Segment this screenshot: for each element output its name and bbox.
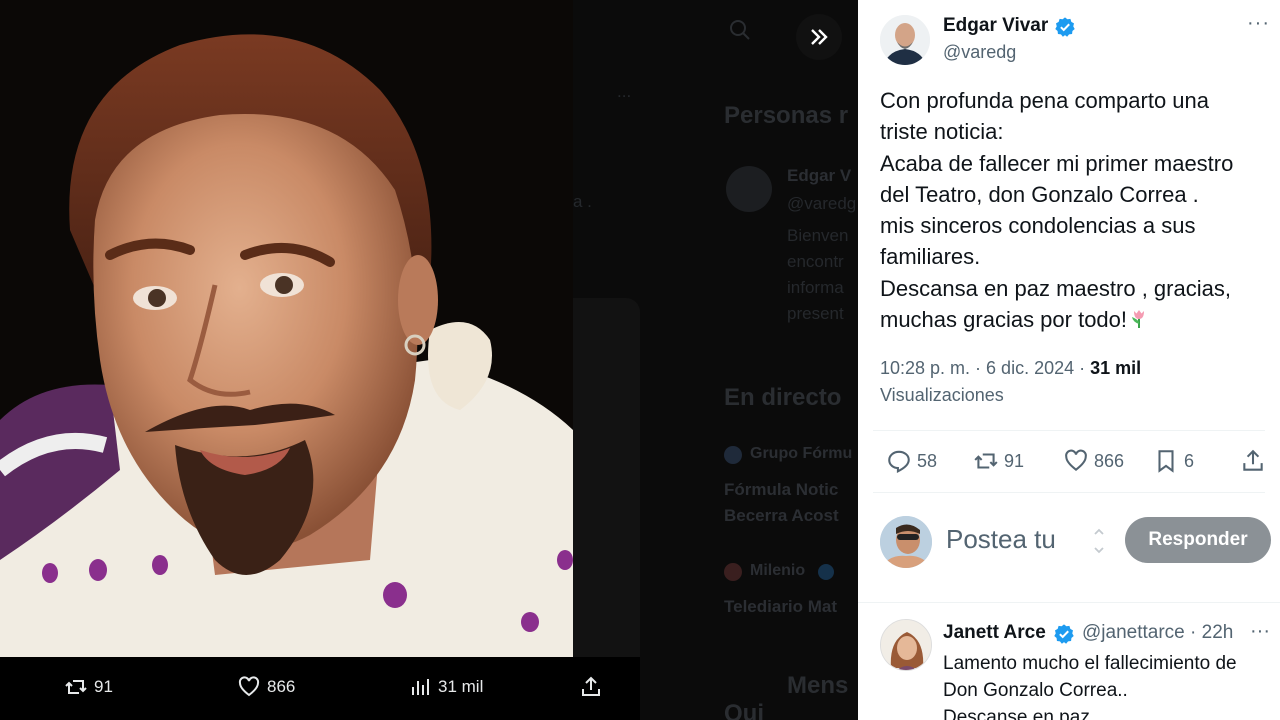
dim-live-source: Grupo Fórmu bbox=[750, 445, 853, 462]
dim-heading-who: Qui bbox=[724, 700, 764, 720]
dim-bio-line: encontr bbox=[787, 252, 844, 271]
tulip-emoji-icon bbox=[1132, 310, 1145, 329]
tweet-text-last-line: muchas gracias por todo! bbox=[880, 304, 1270, 335]
heart-icon bbox=[238, 676, 260, 697]
retweet-icon bbox=[974, 453, 998, 469]
author-handle[interactable]: @varedg bbox=[943, 42, 1016, 63]
tweet-text-line: familiares. bbox=[880, 244, 981, 270]
media-views-button[interactable]: 31 mil bbox=[408, 675, 483, 699]
share-icon bbox=[1243, 449, 1263, 471]
reply-author-name[interactable]: Janett Arce bbox=[943, 622, 1046, 644]
reply-icon bbox=[888, 450, 910, 473]
dim-person-handle: @varedg bbox=[787, 194, 857, 213]
reply-button[interactable]: 58 bbox=[886, 448, 937, 474]
dim-live-title: Fórmula Notic bbox=[724, 480, 839, 499]
reply-author-avatar[interactable] bbox=[880, 619, 932, 671]
media-retweet-button[interactable]: 91 bbox=[64, 675, 113, 699]
retweet-count: 91 bbox=[1004, 450, 1025, 471]
dim-ellipsis: ... bbox=[617, 82, 632, 101]
double-chevron-right-icon bbox=[811, 29, 828, 45]
media-viewer: ... Personas r Edgar V @varedg a . Bienv… bbox=[0, 0, 858, 720]
media-share-button[interactable] bbox=[579, 675, 603, 699]
retweet-button[interactable]: 91 bbox=[973, 448, 1024, 474]
tweet-text-line: triste noticia: bbox=[880, 119, 1004, 145]
more-options-icon[interactable]: ··· bbox=[1247, 12, 1270, 35]
divider bbox=[858, 602, 1280, 603]
dim-live-title: Becerra Acost bbox=[724, 506, 839, 525]
dim-heading-messages: Mens bbox=[787, 672, 849, 699]
media-views-count: 31 mil bbox=[438, 677, 484, 696]
tweet-detail-panel: Edgar Vivar @varedg ··· Con profunda pen… bbox=[858, 0, 1280, 720]
tweet-text-line: del Teatro, don Gonzalo Correa . bbox=[880, 181, 1199, 207]
like-count: 866 bbox=[1094, 450, 1125, 471]
reply-text: Lamento mucho el fallecimiento de Don Go… bbox=[943, 650, 1237, 720]
verified-badge-icon bbox=[1055, 17, 1075, 37]
reply-more-options-icon[interactable]: ··· bbox=[1250, 620, 1270, 643]
dim-person-name: Edgar V bbox=[787, 166, 852, 185]
dim-person-avatar bbox=[726, 166, 772, 212]
tweet-views-count: 31 mil bbox=[1090, 358, 1142, 378]
bookmark-icon bbox=[1158, 450, 1174, 473]
dim-live-source: Milenio bbox=[750, 562, 806, 579]
divider bbox=[873, 430, 1265, 431]
heart-icon bbox=[1065, 449, 1087, 471]
dim-bio-line: Bienven bbox=[787, 226, 849, 245]
tweet-text-line: Acaba de fallecer mi primer maestro bbox=[880, 150, 1234, 176]
tweet-meta: 10:28 p. m. · 6 dic. 2024 · 31 mil bbox=[880, 358, 1141, 379]
tweet-text-line: muchas gracias por todo! bbox=[880, 307, 1128, 333]
expand-panel-button[interactable] bbox=[796, 14, 842, 60]
search-icon bbox=[730, 20, 750, 40]
media-retweet-count: 91 bbox=[94, 677, 113, 696]
share-icon bbox=[582, 676, 600, 696]
reply-time[interactable]: · 22h bbox=[1190, 622, 1233, 643]
dim-live-title: Telediario Mat bbox=[724, 597, 838, 616]
author-avatar[interactable] bbox=[880, 15, 930, 65]
responder-button[interactable]: Responder bbox=[1125, 517, 1271, 563]
media-like-button[interactable]: 866 bbox=[237, 675, 295, 699]
scroll-arrows-icon[interactable] bbox=[1090, 524, 1108, 558]
share-button[interactable] bbox=[1240, 448, 1266, 474]
reply-author-meta: @janettarce · 22h bbox=[1082, 622, 1233, 644]
views-chart-icon bbox=[412, 679, 429, 695]
tweet-text: Con profunda pena comparto una triste no… bbox=[880, 85, 1270, 335]
dim-heading-live: En directo bbox=[724, 384, 842, 411]
retweet-icon bbox=[65, 680, 87, 694]
tweet-photo[interactable] bbox=[0, 0, 573, 657]
dim-bio-line: present bbox=[787, 304, 844, 323]
current-user-avatar[interactable] bbox=[880, 516, 932, 568]
reply-author-handle[interactable]: @janettarce bbox=[1082, 622, 1185, 643]
dim-source-logo bbox=[724, 446, 742, 464]
portrait-image bbox=[0, 0, 573, 657]
dim-source-logo bbox=[724, 563, 742, 581]
dim-text-fragment: a . bbox=[573, 192, 592, 211]
reply-input[interactable]: Postea tu bbox=[946, 524, 1056, 555]
like-button[interactable]: 866 bbox=[1063, 448, 1124, 474]
bookmark-count: 6 bbox=[1184, 450, 1195, 471]
reply-text-line: Descanse en paz. bbox=[943, 707, 1096, 720]
tweet-text-line: mis sinceros condolencias a sus bbox=[880, 213, 1196, 239]
author-name[interactable]: Edgar Vivar bbox=[943, 15, 1048, 37]
tweet-text-line: Con profunda pena comparto una bbox=[880, 88, 1210, 113]
media-like-count: 866 bbox=[267, 677, 296, 696]
reply-count: 58 bbox=[917, 450, 938, 471]
bookmark-button[interactable]: 6 bbox=[1153, 448, 1194, 474]
dim-verified-icon bbox=[818, 564, 834, 580]
dim-bio-line: informa bbox=[787, 278, 844, 297]
verified-badge-icon bbox=[1054, 624, 1074, 644]
tweet-text-line: Descansa en paz maestro , gracias, bbox=[880, 275, 1231, 301]
tweet-views-label: Visualizaciones bbox=[880, 385, 1004, 405]
dim-heading-people: Personas r bbox=[724, 102, 849, 129]
reply-text-line: Don Gonzalo Correa.. bbox=[943, 680, 1128, 701]
reply-text-line: Lamento mucho el fallecimiento de bbox=[943, 653, 1237, 674]
divider bbox=[873, 492, 1265, 493]
tweet-timestamp[interactable]: 10:28 p. m. · 6 dic. 2024 · bbox=[880, 358, 1090, 378]
